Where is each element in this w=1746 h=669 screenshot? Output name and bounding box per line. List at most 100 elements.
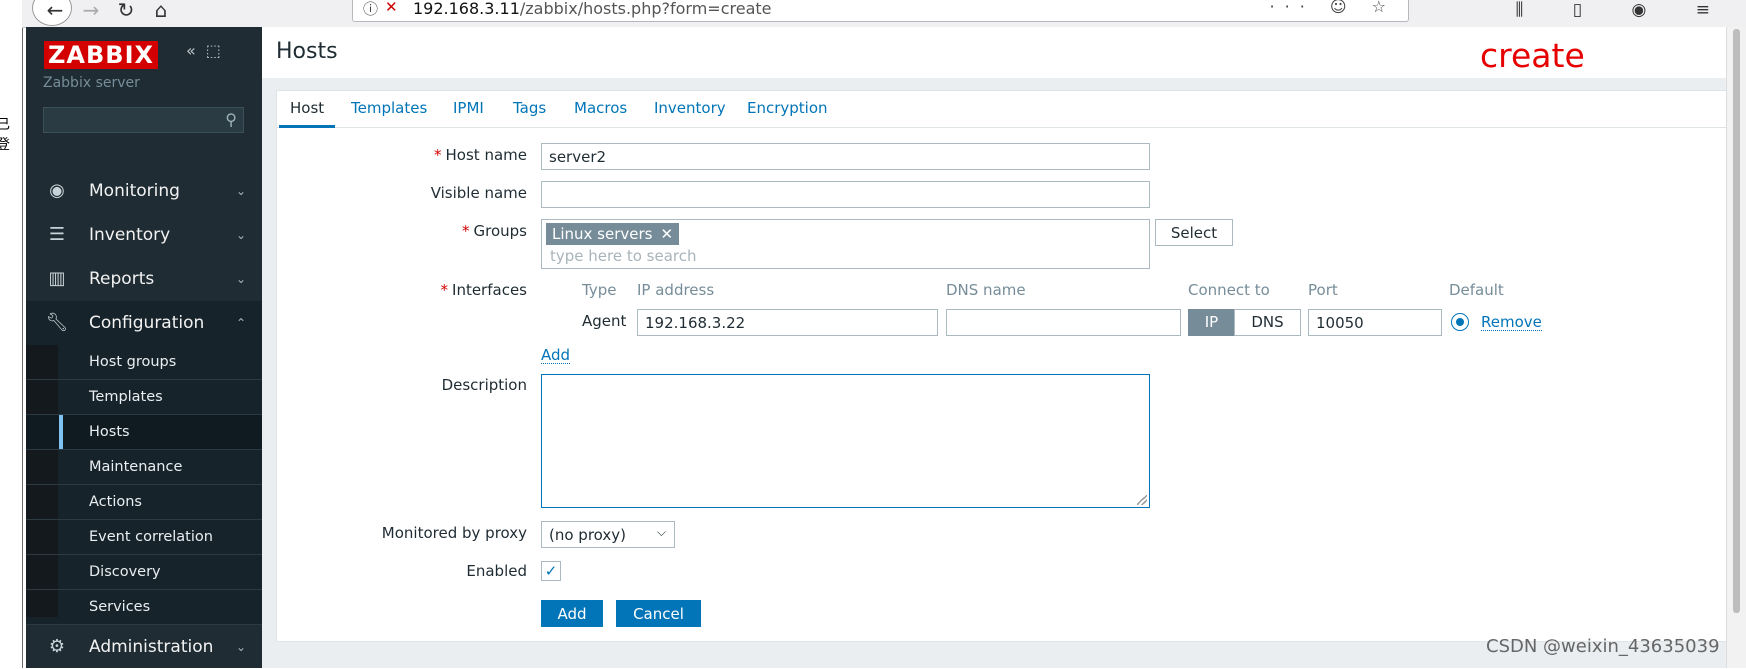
chevron-down-icon: ⌄ bbox=[235, 640, 246, 654]
default-interface-radio[interactable] bbox=[1451, 313, 1469, 331]
reload-icon[interactable]: ↻ bbox=[112, 0, 140, 24]
left-edge-strip: 已登 bbox=[0, 0, 23, 668]
address-bar[interactable]: ⓘ ✕ 192.168.3.11/zabbix/hosts.php?form=c… bbox=[352, 0, 1409, 22]
host-name-input[interactable]: server2 bbox=[541, 143, 1150, 170]
submenu-label: Services bbox=[89, 599, 151, 615]
tab-ipmi[interactable]: IPMI bbox=[453, 99, 484, 117]
menu-monitoring[interactable]: ◉ Monitoring ⌄ bbox=[26, 169, 262, 213]
info-icon[interactable]: ⓘ bbox=[363, 0, 378, 19]
proxy-select[interactable]: (no proxy) ⌵ bbox=[541, 521, 675, 548]
page-actions-icon[interactable]: ··· ☺ ☆ bbox=[1270, 0, 1396, 16]
back-arrow-icon[interactable]: ← bbox=[41, 0, 69, 24]
chevron-down-icon: ⌄ bbox=[235, 184, 246, 198]
list-icon: ☰ bbox=[48, 224, 66, 245]
enabled-checkbox[interactable]: ✓ bbox=[541, 561, 561, 581]
proxy-selected-value: (no proxy) bbox=[549, 526, 626, 544]
url-text: 192.168.3.11/zabbix/hosts.php?form=creat… bbox=[413, 0, 772, 18]
submenu-label: Maintenance bbox=[89, 459, 183, 475]
col-ip-address: IP address bbox=[637, 281, 715, 299]
add-button[interactable]: Add bbox=[541, 600, 603, 627]
menu-label: Reports bbox=[89, 269, 155, 289]
description-textarea[interactable] bbox=[541, 374, 1150, 508]
collapse-sidebar-icon[interactable]: «⬚ bbox=[186, 41, 231, 60]
search-icon[interactable]: ⚲ bbox=[225, 110, 237, 129]
connect-dns-toggle[interactable]: DNS bbox=[1234, 309, 1301, 336]
connect-ip-toggle[interactable]: IP bbox=[1188, 309, 1235, 336]
insecure-lock-icon: ✕ bbox=[385, 0, 398, 16]
chevron-down-icon: ⌄ bbox=[235, 272, 246, 286]
submenu-label: Event correlation bbox=[89, 529, 213, 545]
col-port: Port bbox=[1308, 281, 1338, 299]
gear-icon: ⚙ bbox=[48, 636, 66, 657]
interface-dns-input[interactable] bbox=[946, 309, 1181, 336]
sub-hosts[interactable]: Hosts bbox=[26, 415, 262, 450]
tab-tags[interactable]: Tags bbox=[513, 99, 546, 117]
interfaces-label: * Interfaces bbox=[440, 281, 527, 299]
visible-name-label: Visible name bbox=[430, 184, 527, 202]
interface-port-input[interactable]: 10050 bbox=[1308, 309, 1442, 336]
wrench-icon: 🔧︎ bbox=[45, 312, 69, 333]
browser-toolbar: ← → ↻ ⌂ ⓘ ✕ 192.168.3.11/zabbix/hosts.ph… bbox=[22, 0, 1746, 28]
groups-multiselect[interactable]: Linux servers ✕ type here to search bbox=[541, 219, 1150, 269]
tab-templates[interactable]: Templates bbox=[351, 99, 427, 117]
visible-name-input[interactable] bbox=[541, 181, 1150, 208]
select-groups-button[interactable]: Select bbox=[1155, 219, 1233, 246]
tab-host[interactable]: Host bbox=[278, 99, 336, 128]
tab-inventory[interactable]: Inventory bbox=[654, 99, 726, 117]
menu-label: Monitoring bbox=[89, 181, 180, 201]
kiosk-icon[interactable]: ⬚ bbox=[206, 41, 231, 60]
sub-templates[interactable]: Templates bbox=[26, 380, 262, 415]
bar-chart-icon: ▥ bbox=[48, 268, 66, 289]
menu-label: Inventory bbox=[89, 225, 171, 245]
menu-administration[interactable]: ⚙ Administration ⌄ bbox=[26, 625, 262, 669]
watermark: CSDN @weixin_43635039 bbox=[1486, 636, 1720, 657]
col-type: Type bbox=[582, 281, 617, 299]
left-strip-text: 已登 bbox=[0, 117, 10, 153]
sub-event-correlation[interactable]: Event correlation bbox=[26, 520, 262, 555]
main-content: Host Templates IPMI Tags Macros Inventor… bbox=[262, 78, 1738, 668]
menu-label: Administration bbox=[89, 637, 214, 657]
col-default: Default bbox=[1449, 281, 1504, 299]
remove-interface-link[interactable]: Remove bbox=[1481, 314, 1542, 331]
annotation-text: create bbox=[1480, 36, 1585, 75]
zabbix-logo[interactable]: ZABBIX bbox=[44, 41, 158, 69]
sidebar: ZABBIX «⬚ Zabbix server ⚲ ◉ Monitoring ⌄… bbox=[26, 27, 262, 668]
submenu-label: Host groups bbox=[89, 354, 177, 370]
menu-inventory[interactable]: ☰ Inventory ⌄ bbox=[26, 213, 262, 257]
page-scrollbar[interactable] bbox=[1726, 27, 1746, 668]
chevron-down-icon: ⌵ bbox=[656, 525, 666, 539]
submenu-label: Templates bbox=[89, 389, 163, 405]
submenu-label: Actions bbox=[89, 494, 142, 510]
tab-macros[interactable]: Macros bbox=[574, 99, 627, 117]
groups-label: * Groups bbox=[462, 222, 527, 240]
scrollbar-thumb[interactable] bbox=[1733, 29, 1740, 613]
sub-discovery[interactable]: Discovery bbox=[26, 555, 262, 590]
menu-configuration[interactable]: 🔧︎ Configuration ⌃ bbox=[26, 301, 262, 345]
interface-ip-input[interactable]: 192.168.3.22 bbox=[637, 309, 938, 336]
configuration-submenu: Host groups Templates Hosts Maintenance … bbox=[26, 345, 262, 625]
home-icon[interactable]: ⌂ bbox=[147, 0, 175, 24]
sub-host-groups[interactable]: Host groups bbox=[26, 345, 262, 380]
sidebar-search-input[interactable]: ⚲ bbox=[43, 107, 244, 133]
group-tag: Linux servers ✕ bbox=[546, 223, 680, 245]
add-interface-link[interactable]: Add bbox=[541, 347, 571, 364]
cancel-button[interactable]: Cancel bbox=[616, 600, 701, 627]
forward-arrow-icon[interactable]: → bbox=[77, 0, 105, 24]
submenu-label: Discovery bbox=[89, 564, 161, 580]
menu-reports[interactable]: ▥ Reports ⌄ bbox=[26, 257, 262, 301]
sub-services[interactable]: Services bbox=[26, 590, 262, 625]
menu-label: Configuration bbox=[89, 313, 205, 333]
groups-search-input[interactable]: type here to search bbox=[550, 247, 697, 265]
col-dns-name: DNS name bbox=[946, 281, 1026, 299]
submenu-label: Hosts bbox=[89, 424, 130, 440]
tab-bar: Host Templates IPMI Tags Macros Inventor… bbox=[277, 91, 1737, 128]
enabled-label: Enabled bbox=[466, 562, 527, 580]
remove-tag-icon[interactable]: ✕ bbox=[660, 225, 673, 243]
sub-maintenance[interactable]: Maintenance bbox=[26, 450, 262, 485]
sub-actions[interactable]: Actions bbox=[26, 485, 262, 520]
browser-toolbar-icons[interactable]: ⫼ ▯ ◉ ≡ bbox=[1516, 0, 1732, 20]
chevron-down-icon: ⌄ bbox=[235, 228, 246, 242]
host-form: Host Templates IPMI Tags Macros Inventor… bbox=[276, 90, 1738, 642]
tab-encryption[interactable]: Encryption bbox=[747, 99, 828, 117]
server-name: Zabbix server bbox=[43, 75, 140, 91]
